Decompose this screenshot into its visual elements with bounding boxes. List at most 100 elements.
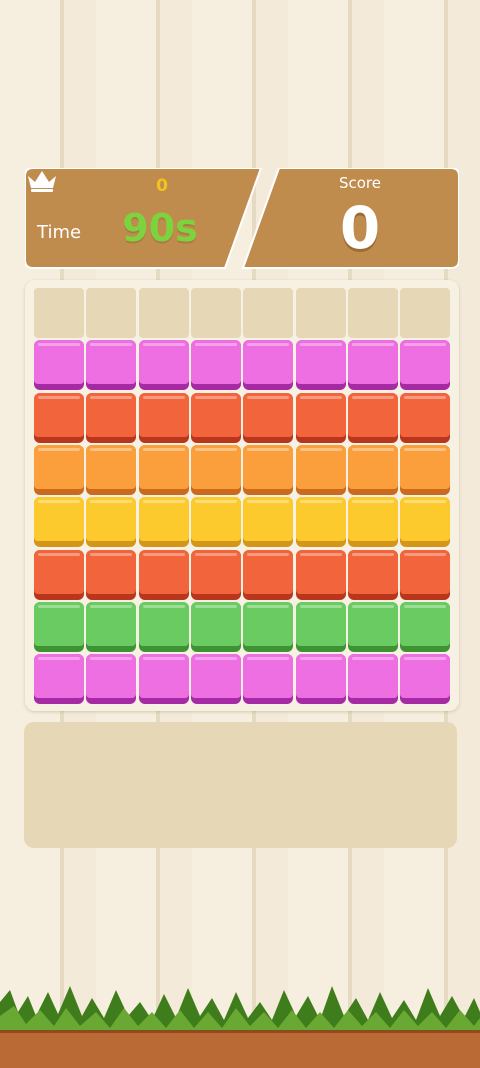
orange-block[interactable]: [295, 444, 346, 495]
empty-cell[interactable]: [400, 288, 451, 338]
pink-block[interactable]: [243, 654, 294, 705]
green-block[interactable]: [138, 601, 189, 652]
red-block[interactable]: [138, 392, 189, 443]
pink-block[interactable]: [138, 340, 189, 391]
block-face: [400, 392, 451, 437]
yellow-block[interactable]: [86, 497, 137, 548]
red-block[interactable]: [190, 549, 241, 600]
red-block[interactable]: [400, 549, 451, 600]
orange-block[interactable]: [138, 444, 189, 495]
pink-block[interactable]: [347, 654, 398, 705]
empty-cell[interactable]: [243, 288, 294, 338]
green-block[interactable]: [190, 601, 241, 652]
pink-block[interactable]: [190, 654, 241, 705]
block-highlight: [90, 604, 133, 608]
block-highlight: [404, 395, 447, 399]
red-block[interactable]: [138, 549, 189, 600]
block-highlight: [194, 500, 237, 504]
pink-block[interactable]: [34, 340, 84, 391]
block-face: [138, 444, 189, 489]
block-highlight: [38, 447, 80, 451]
block-face: [86, 340, 137, 385]
best-score-value: 0: [156, 176, 168, 196]
pink-block[interactable]: [295, 340, 346, 391]
block-face: [138, 601, 189, 646]
pink-block[interactable]: [138, 654, 189, 705]
green-block[interactable]: [243, 601, 294, 652]
piece-tray[interactable]: [24, 722, 457, 848]
pink-block[interactable]: [400, 340, 451, 391]
block-highlight: [142, 447, 185, 451]
block-highlight: [299, 604, 342, 608]
red-block[interactable]: [86, 392, 137, 443]
block-highlight: [142, 604, 185, 608]
pink-block[interactable]: [86, 340, 137, 391]
block-face: [34, 654, 84, 699]
empty-cell[interactable]: [138, 288, 189, 338]
red-block[interactable]: [295, 392, 346, 443]
green-block[interactable]: [400, 601, 451, 652]
block-highlight: [299, 552, 342, 556]
yellow-block[interactable]: [347, 497, 398, 548]
green-block[interactable]: [34, 601, 84, 652]
yellow-block[interactable]: [295, 497, 346, 548]
pink-block[interactable]: [295, 654, 346, 705]
red-block[interactable]: [243, 392, 294, 443]
red-block[interactable]: [243, 549, 294, 600]
green-block[interactable]: [295, 601, 346, 652]
orange-block[interactable]: [190, 444, 241, 495]
block-highlight: [404, 604, 447, 608]
block-highlight: [142, 395, 185, 399]
block-highlight: [142, 552, 185, 556]
block-face: [243, 549, 294, 594]
empty-cell[interactable]: [347, 288, 398, 338]
green-block[interactable]: [347, 601, 398, 652]
orange-block[interactable]: [400, 444, 451, 495]
block-face: [295, 549, 346, 594]
yellow-block[interactable]: [138, 497, 189, 548]
pink-block[interactable]: [347, 340, 398, 391]
red-block[interactable]: [34, 392, 84, 443]
block-face: [347, 654, 398, 699]
red-block[interactable]: [86, 549, 137, 600]
orange-block[interactable]: [243, 444, 294, 495]
yellow-block[interactable]: [400, 497, 451, 548]
red-block[interactable]: [34, 549, 84, 600]
empty-cell[interactable]: [34, 288, 84, 338]
pink-block[interactable]: [86, 654, 137, 705]
block-face: [400, 549, 451, 594]
block-highlight: [351, 500, 394, 504]
red-block[interactable]: [400, 392, 451, 443]
block-face: [34, 601, 84, 646]
block-face: [295, 497, 346, 542]
game-board[interactable]: [25, 280, 459, 711]
empty-cell[interactable]: [86, 288, 137, 338]
block-highlight: [247, 500, 290, 504]
orange-block[interactable]: [34, 444, 84, 495]
pink-block[interactable]: [400, 654, 451, 705]
block-face: [86, 549, 137, 594]
block-face: [86, 497, 137, 542]
red-block[interactable]: [190, 392, 241, 443]
grass-decoration: [0, 986, 480, 1034]
orange-block[interactable]: [86, 444, 137, 495]
empty-cell[interactable]: [295, 288, 346, 338]
block-face: [347, 601, 398, 646]
pink-block[interactable]: [190, 340, 241, 391]
yellow-block[interactable]: [243, 497, 294, 548]
block-face: [138, 340, 189, 385]
yellow-block[interactable]: [34, 497, 84, 548]
pink-block[interactable]: [34, 654, 84, 705]
red-block[interactable]: [347, 549, 398, 600]
red-block[interactable]: [295, 549, 346, 600]
orange-block[interactable]: [347, 444, 398, 495]
red-block[interactable]: [347, 392, 398, 443]
green-block[interactable]: [86, 601, 137, 652]
pink-block[interactable]: [243, 340, 294, 391]
yellow-block[interactable]: [190, 497, 241, 548]
block-highlight: [194, 604, 237, 608]
empty-cell[interactable]: [190, 288, 241, 338]
time-label: Time: [37, 222, 82, 243]
block-highlight: [247, 552, 290, 556]
score-label: Score: [338, 174, 381, 192]
